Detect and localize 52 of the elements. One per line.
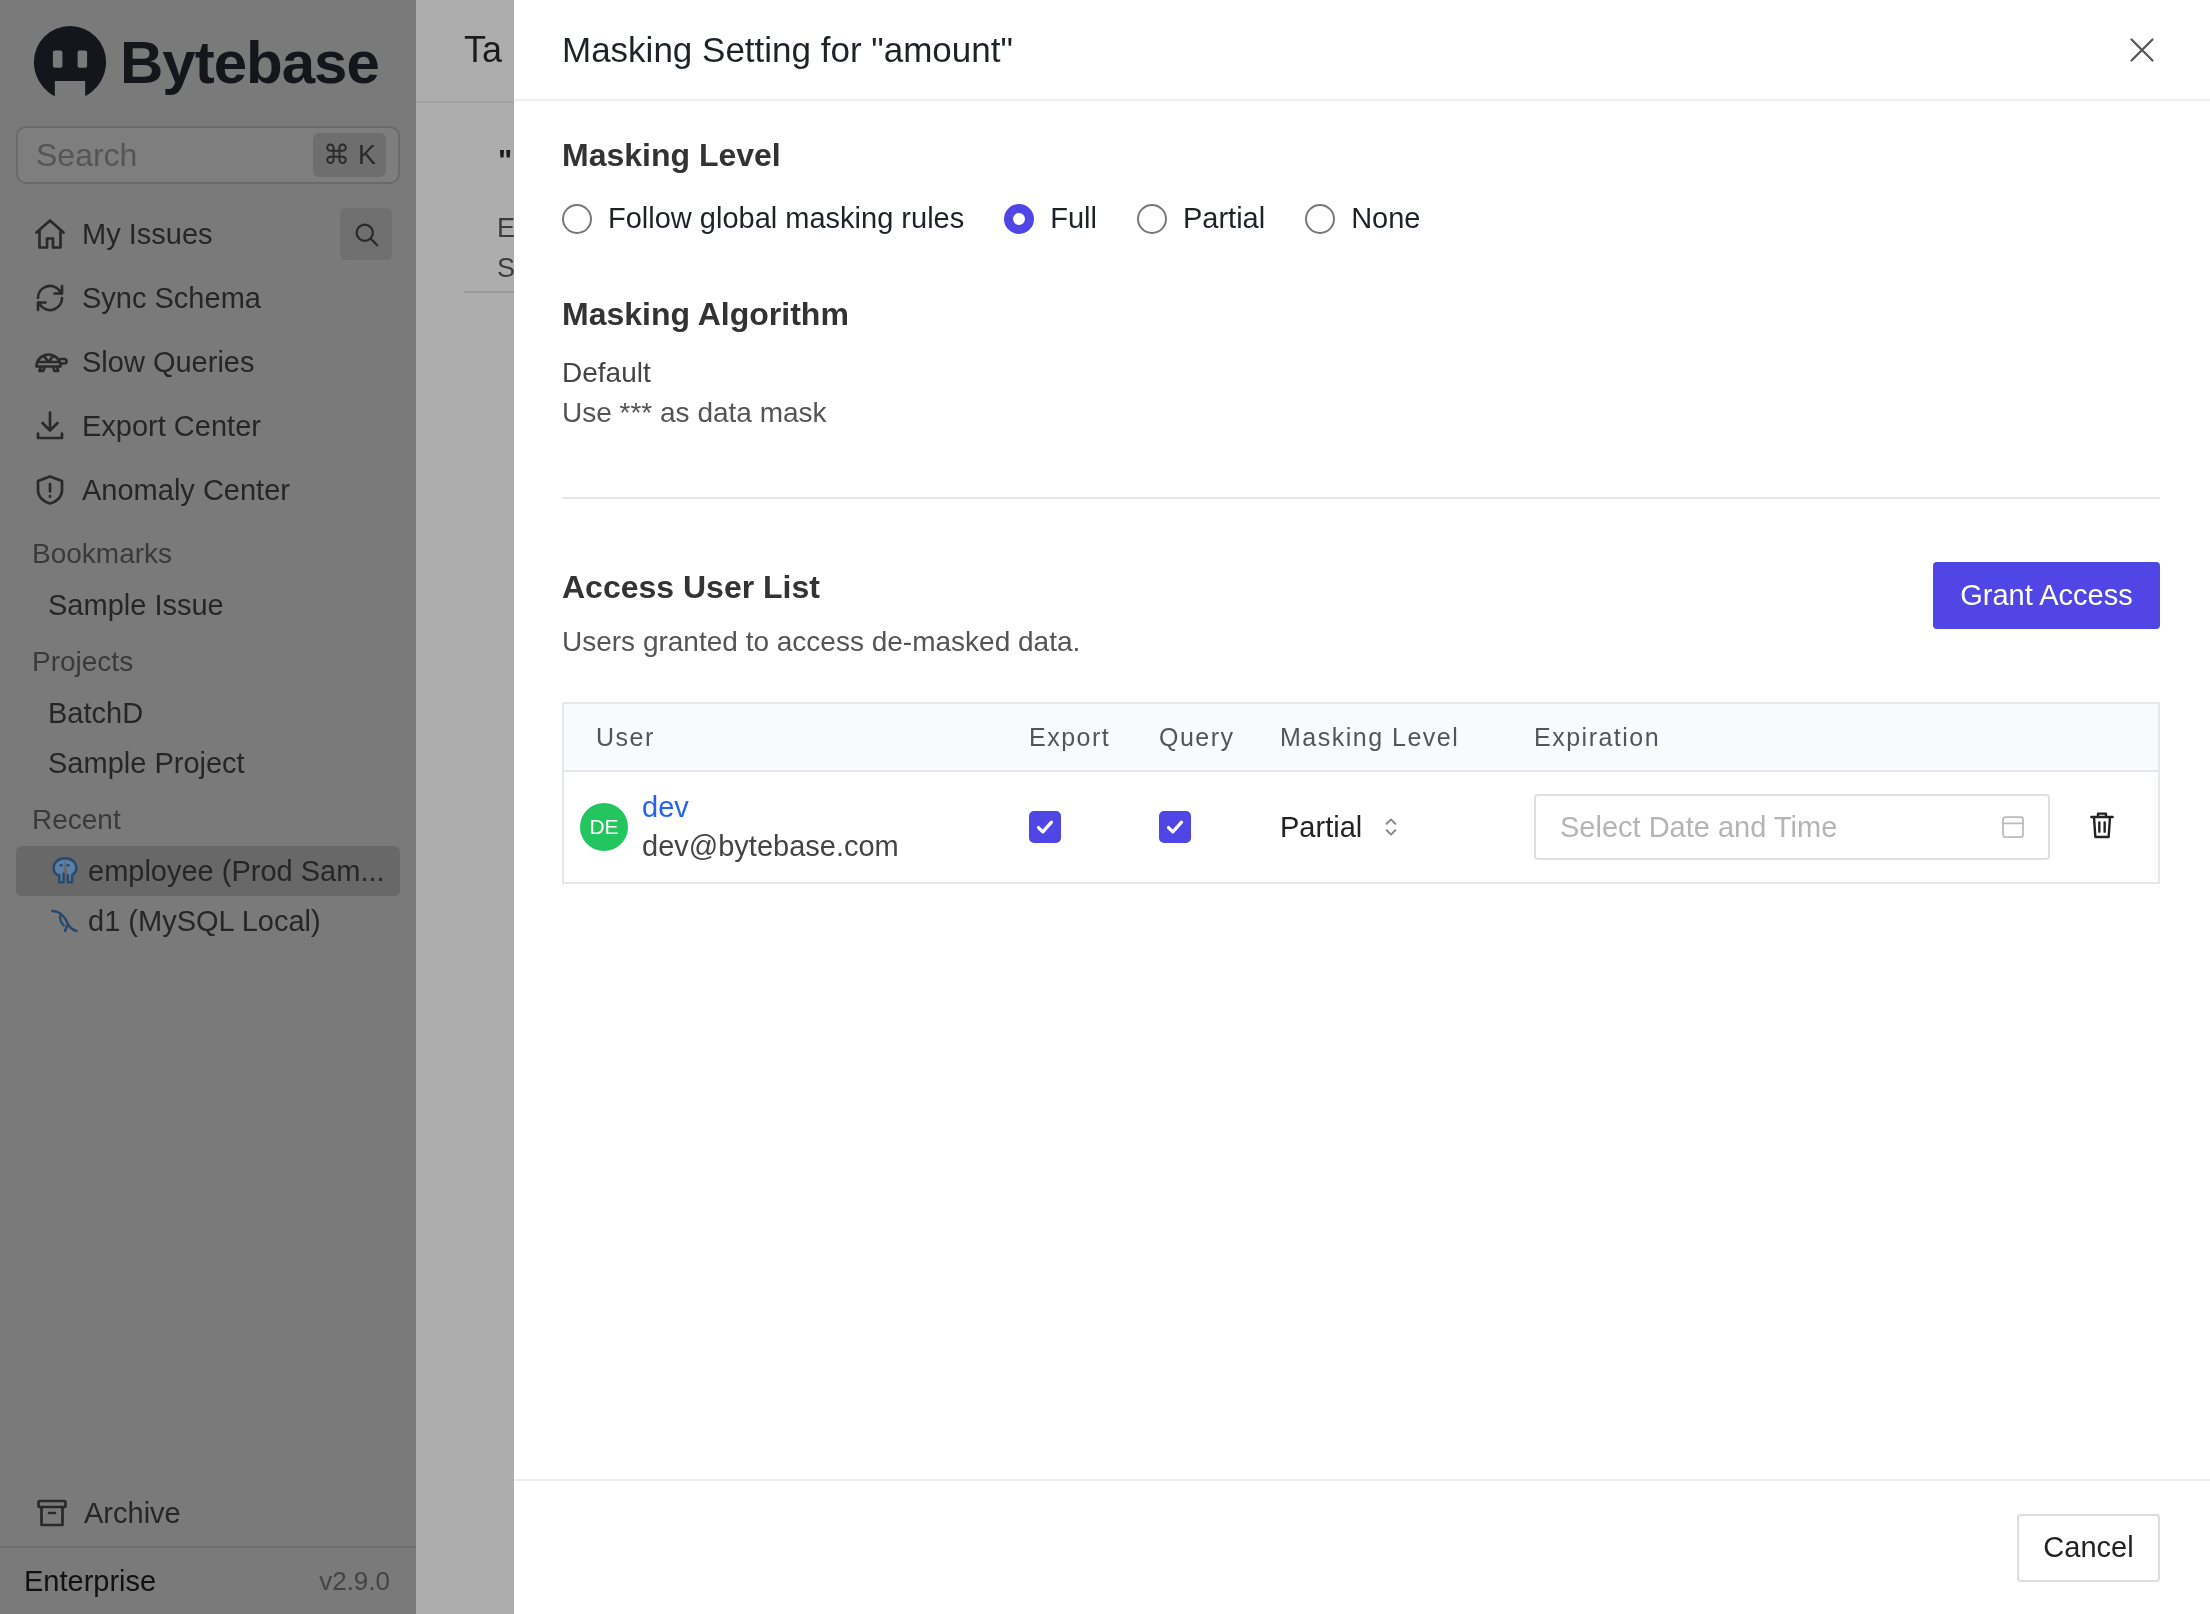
- shortcut-key: ⌘ K: [313, 133, 386, 177]
- radio-option[interactable]: Follow global masking rules: [562, 202, 965, 235]
- radio-button[interactable]: [1136, 203, 1167, 234]
- nav-item[interactable]: Slow Queries: [82, 345, 400, 379]
- home-icon: [32, 216, 68, 252]
- masking-level-select[interactable]: Partial: [1280, 810, 1405, 844]
- radio-option[interactable]: None: [1305, 202, 1421, 235]
- nav-item[interactable]: Sync Schema: [82, 281, 400, 315]
- checkbox[interactable]: [1029, 811, 1061, 843]
- dialog-title: Masking Setting for "amount": [562, 29, 1013, 70]
- column-header: Masking Level: [1280, 722, 1461, 752]
- nav-item[interactable]: Export Center: [82, 409, 400, 443]
- sidebar-item[interactable]: d1 (MySQL Local): [16, 896, 400, 946]
- algorithm-description: Use *** as data mask: [562, 397, 828, 429]
- column-header: Export: [1029, 722, 1112, 752]
- sidebar-item[interactable]: BatchD: [16, 688, 400, 738]
- column-header: Query: [1159, 722, 1236, 752]
- nav-item[interactable]: My Issues: [82, 217, 326, 251]
- section-subtitle: Users granted to access de-masked data.: [562, 626, 1081, 658]
- grant-access-button[interactable]: Grant Access: [1933, 562, 2160, 629]
- radio-button[interactable]: [1004, 203, 1035, 234]
- user-email: dev@bytebase.com: [642, 830, 899, 863]
- date-input[interactable]: Select Date and Time: [1558, 809, 1998, 845]
- radio-button[interactable]: [562, 203, 592, 234]
- archive-label: Archive: [84, 1496, 182, 1530]
- page-text: E: [497, 213, 514, 243]
- plan-name: Enterprise: [24, 1564, 157, 1598]
- section-title: Recent: [31, 803, 122, 837]
- section-heading: Access User List: [562, 569, 821, 606]
- column-header: User: [595, 722, 656, 752]
- section-heading: Masking Algorithm: [562, 296, 850, 333]
- column-header: Expiration: [1534, 722, 1662, 752]
- section-title: Projects: [31, 645, 135, 679]
- radio-option[interactable]: Full: [1004, 202, 1097, 235]
- cancel-button[interactable]: Cancel: [2017, 1513, 2160, 1582]
- user-name-link[interactable]: dev: [642, 791, 899, 824]
- sidebar-item[interactable]: Sample Project: [16, 738, 400, 788]
- logo-text: Bytebase: [120, 27, 379, 97]
- sidebar-item[interactable]: Sample Issue: [16, 580, 400, 630]
- section-title: Bookmarks: [31, 537, 174, 571]
- page-text: ": [498, 143, 513, 176]
- checkbox[interactable]: [1159, 811, 1191, 843]
- radio-button[interactable]: [1305, 203, 1336, 234]
- page-text: S: [497, 253, 514, 283]
- algorithm-name: Default: [562, 357, 652, 389]
- nav-item[interactable]: Anomaly Center: [82, 473, 400, 507]
- date-field[interactable]: Select Date and Time: [1534, 794, 2050, 860]
- section-heading: Masking Level: [562, 137, 782, 174]
- search-button[interactable]: [340, 208, 392, 260]
- sidebar-item[interactable]: employee (Prod Sam...: [16, 846, 400, 896]
- user-avatar: DE: [580, 803, 628, 851]
- radio-option[interactable]: Partial: [1136, 202, 1266, 235]
